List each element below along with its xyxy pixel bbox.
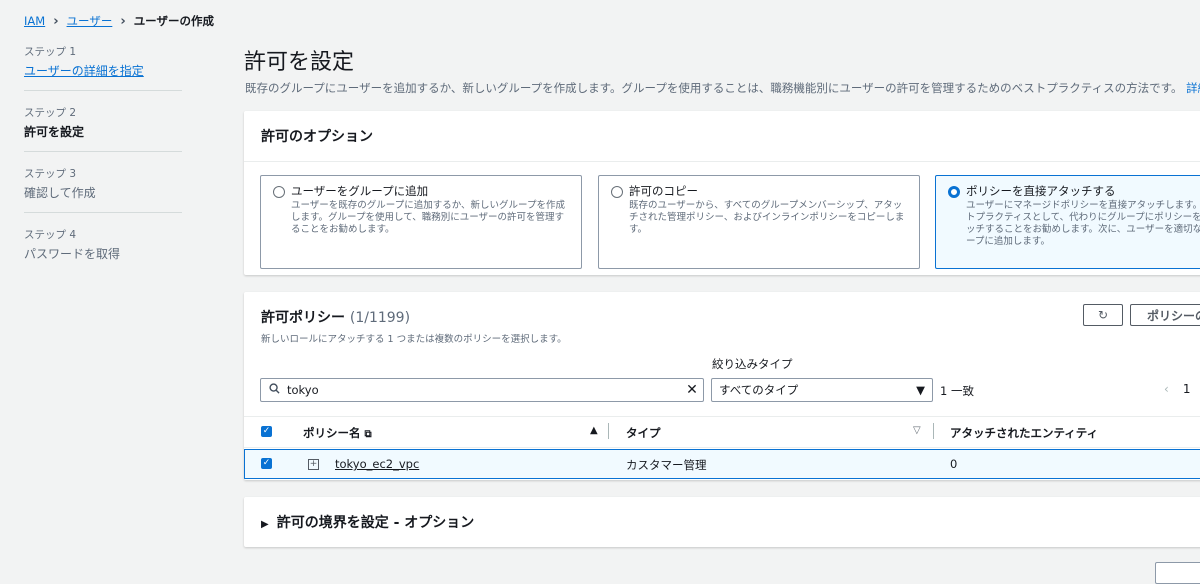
policy-name-link[interactable]: tokyo_ec2_vpc xyxy=(335,457,419,471)
match-count: 1 一致 xyxy=(940,384,974,398)
create-policy-button[interactable]: ポリシーの作成 xyxy=(1130,304,1200,326)
boundary-title-text: 許可の境界を設定 - オプション xyxy=(276,515,475,531)
radio-button[interactable] xyxy=(611,186,623,198)
step-2: ステップ 2 許可を設定 xyxy=(24,105,182,152)
radio-button[interactable] xyxy=(273,186,285,198)
column-divider xyxy=(933,423,934,439)
breadcrumb-users[interactable]: ユーザー xyxy=(67,13,113,29)
option-title: 許可のコピー xyxy=(629,184,698,198)
sort-ascending-icon[interactable]: ▲ xyxy=(590,425,598,436)
policy-entities: 0 xyxy=(950,457,958,471)
select-all-checkbox[interactable]: ✓ xyxy=(261,426,272,437)
page-title: 許可を設定 xyxy=(244,50,355,75)
type-filter-value: すべてのタイプ xyxy=(719,383,799,397)
column-type[interactable]: タイプ xyxy=(626,425,661,441)
footer-button[interactable] xyxy=(1155,562,1200,584)
option-add-to-group[interactable]: ユーザーをグループに追加 ユーザーを既存のグループに追加するか、新しいグループを… xyxy=(260,175,582,269)
step-number: ステップ 2 xyxy=(24,107,77,119)
column-attached-entities[interactable]: アタッチされたエンティティ xyxy=(950,425,1098,441)
chevron-right-icon: › xyxy=(120,13,126,29)
table-header: ✓ ポリシー名 ⧉ ▲ タイプ ▽ アタッチされたエンティティ xyxy=(244,416,1200,448)
page-number[interactable]: 1 xyxy=(1183,382,1191,396)
option-attach-policies[interactable]: ポリシーを直接アタッチする ユーザーにマネージドポリシーを直接アタッチします。ベ… xyxy=(935,175,1200,269)
wizard-steps: ステップ 1 ユーザーの詳細を指定 ステップ 2 許可を設定 ステップ 3 確認… xyxy=(24,44,182,287)
policies-count: (1/1199) xyxy=(349,310,411,326)
policies-description: 新しいロールにアタッチする 1 つまたは複数のポリシーを選択します。 xyxy=(261,334,567,345)
permission-options-panel: 許可のオプション ユーザーをグループに追加 ユーザーを既存のグループに追加するか… xyxy=(244,111,1200,275)
chevron-right-icon: › xyxy=(53,13,59,29)
sort-icon[interactable]: ▽ xyxy=(913,425,921,436)
pagination: ‹ 1 xyxy=(1164,382,1190,396)
step-1: ステップ 1 ユーザーの詳細を指定 xyxy=(24,44,182,91)
option-description: ユーザーにマネージドポリシーを直接アタッチします。ベストプラクティスとして、代わ… xyxy=(966,200,1200,247)
step-number: ステップ 3 xyxy=(24,168,77,180)
refresh-icon: ↻ xyxy=(1097,308,1109,322)
filter-type-label: 絞り込みタイプ xyxy=(712,357,793,371)
caret-right-icon: ▶ xyxy=(261,519,269,530)
step-3: ステップ 3 確認して作成 xyxy=(24,166,182,213)
page-description-text: 既存のグループにユーザーを追加するか、新しいグループを作成します。グループを使用… xyxy=(245,81,1183,95)
caret-down-icon: ▼ xyxy=(916,383,925,397)
column-label: ポリシー名 xyxy=(303,426,361,440)
step-4: ステップ 4 パスワードを取得 xyxy=(24,227,182,273)
policies-title: 許可ポリシー (1/1199) xyxy=(261,307,410,327)
option-description: ユーザーを既存のグループに追加するか、新しいグループを作成します。グループを使用… xyxy=(291,200,565,235)
step-number: ステップ 1 xyxy=(24,46,77,58)
step-current-permissions: 許可を設定 xyxy=(24,125,85,139)
step-number: ステップ 4 xyxy=(24,229,77,241)
clear-icon[interactable]: ✕ xyxy=(681,382,703,398)
chevron-left-icon[interactable]: ‹ xyxy=(1164,382,1169,396)
step-review: 確認して作成 xyxy=(24,186,96,200)
policy-search: ✕ xyxy=(260,378,704,402)
permissions-boundary-panel[interactable]: ▶ 許可の境界を設定 - オプション xyxy=(244,497,1200,547)
divider xyxy=(244,161,1200,162)
policy-type: カスタマー管理 xyxy=(626,458,707,472)
row-checkbox[interactable]: ✓ xyxy=(261,458,272,469)
column-divider xyxy=(608,423,609,439)
info-link[interactable]: 詳細はこち xyxy=(1186,81,1200,95)
external-link-icon: ⧉ xyxy=(364,429,372,440)
option-copy-permissions[interactable]: 許可のコピー 既存のユーザーから、すべてのグループメンバーシップ、アタッチされた… xyxy=(598,175,920,269)
option-description: 既存のユーザーから、すべてのグループメンバーシップ、アタッチされた管理ポリシー、… xyxy=(629,200,905,235)
policies-title-text: 許可ポリシー xyxy=(261,310,345,326)
breadcrumb-iam[interactable]: IAM xyxy=(24,14,45,28)
type-filter-select[interactable]: すべてのタイプ ▼ xyxy=(711,378,933,402)
permission-policies-panel: 許可ポリシー (1/1199) 新しいロールにアタッチする 1 つまたは複数のポ… xyxy=(244,292,1200,480)
breadcrumb: IAM › ユーザー › ユーザーの作成 xyxy=(24,13,214,29)
option-title: ポリシーを直接アタッチする xyxy=(966,184,1116,198)
page-description: 既存のグループにユーザーを追加するか、新しいグループを作成します。グループを使用… xyxy=(245,80,1200,96)
search-input[interactable] xyxy=(287,383,681,397)
step-link-user-details[interactable]: ユーザーの詳細を指定 xyxy=(24,62,182,79)
expand-icon[interactable]: + xyxy=(308,459,319,470)
boundary-title[interactable]: ▶ 許可の境界を設定 - オプション xyxy=(261,512,474,532)
option-title: ユーザーをグループに追加 xyxy=(291,184,429,198)
column-policy-name[interactable]: ポリシー名 ⧉ xyxy=(303,425,372,441)
table-row[interactable]: ✓ + tokyo_ec2_vpc カスタマー管理 0 xyxy=(244,449,1200,479)
radio-button-selected[interactable] xyxy=(948,186,960,198)
refresh-button[interactable]: ↻ xyxy=(1083,304,1123,326)
search-icon xyxy=(261,383,287,397)
permission-options-title: 許可のオプション xyxy=(261,129,373,145)
breadcrumb-current: ユーザーの作成 xyxy=(133,14,214,28)
step-password: パスワードを取得 xyxy=(24,247,121,261)
